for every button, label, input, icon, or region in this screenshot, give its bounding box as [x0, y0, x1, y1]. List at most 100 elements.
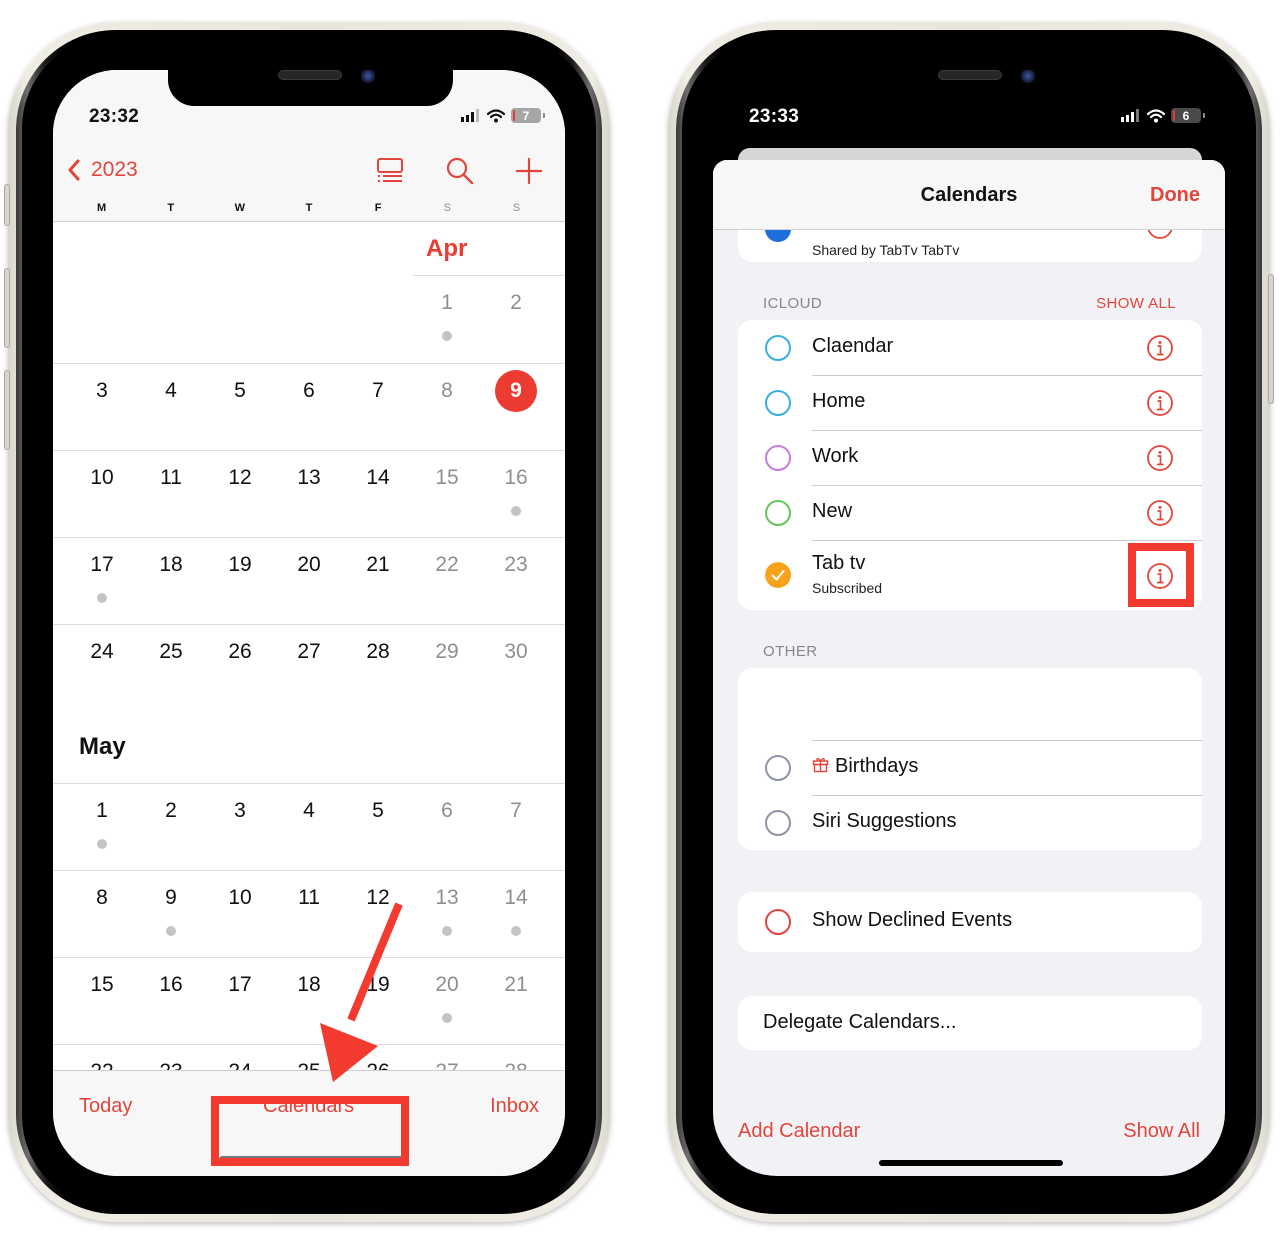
day-cell[interactable]: 16	[482, 465, 550, 525]
battery-icon: 7	[511, 108, 545, 123]
search-icon[interactable]	[445, 156, 475, 186]
day-cell[interactable]: 20	[413, 972, 481, 1032]
day-cell[interactable]: 7	[344, 378, 412, 438]
day-cell[interactable]: 12	[344, 885, 412, 945]
earpiece-speaker	[938, 70, 1002, 80]
today-button[interactable]: Today	[79, 1095, 132, 1118]
day-cell[interactable]: 11	[137, 465, 205, 525]
show-declined-events-label: Show Declined Events	[812, 909, 1013, 931]
day-cell[interactable]: 10	[206, 885, 274, 945]
home-indicator	[879, 1160, 1063, 1166]
info-icon[interactable]	[1146, 499, 1174, 527]
info-highlight-box	[1128, 543, 1194, 607]
day-cell[interactable]: 6	[275, 378, 343, 438]
day-cell[interactable]: 28	[344, 639, 412, 699]
day-cell[interactable]: 2	[482, 290, 550, 350]
day-cell[interactable]: 21	[482, 972, 550, 1032]
wifi-icon	[487, 108, 505, 122]
day-cell[interactable]: 8	[413, 378, 481, 438]
day-cell[interactable]: 25	[137, 639, 205, 699]
day-cell[interactable]: 19	[344, 972, 412, 1032]
day-cell[interactable]: 23	[482, 552, 550, 612]
day-cell[interactable]: 18	[275, 972, 343, 1032]
day-cell[interactable]: 14	[344, 465, 412, 525]
event-dot	[511, 506, 521, 516]
day-number: 10	[228, 886, 252, 909]
day-cell[interactable]: 7	[482, 798, 550, 858]
day-cell[interactable]: 21	[344, 552, 412, 612]
day-cell[interactable]: 27	[275, 639, 343, 699]
event-dot	[166, 926, 176, 936]
day-cell[interactable]: 18	[137, 552, 205, 612]
show-declined-events-row[interactable]: Show Declined Events	[738, 894, 1202, 949]
icloud-show-all-button[interactable]: SHOW ALL	[1096, 295, 1176, 312]
day-cell[interactable]: 5	[344, 798, 412, 858]
day-cell[interactable]: 8	[68, 885, 136, 945]
calendar-row[interactable]: Home	[738, 375, 1202, 430]
day-number: 12	[228, 466, 252, 489]
day-cell[interactable]: 14	[482, 885, 550, 945]
phone-right: 23:33 6 Calendars Done Shared by TabTv T…	[668, 22, 1274, 1222]
day-cell[interactable]: 19	[206, 552, 274, 612]
day-number: 14	[504, 886, 528, 909]
day-cell[interactable]: 16	[137, 972, 205, 1032]
day-cell-today[interactable]: 9	[482, 370, 550, 438]
add-icon[interactable]	[514, 156, 544, 186]
day-cell[interactable]: 17	[206, 972, 274, 1032]
day-number: 5	[372, 799, 384, 822]
day-cell[interactable]: 3	[68, 378, 136, 438]
status-time: 23:32	[89, 106, 140, 127]
info-icon[interactable]	[1146, 389, 1174, 417]
row-separator	[812, 485, 1202, 486]
day-cell[interactable]: 15	[413, 465, 481, 525]
week-row: 24 25 26 27 28 29 30	[53, 624, 565, 711]
add-calendar-button[interactable]: Add Calendar	[738, 1120, 860, 1143]
day-cell[interactable]: 30	[482, 639, 550, 699]
day-number: 21	[366, 553, 390, 576]
calendar-row[interactable]: Claendar	[738, 320, 1202, 375]
day-cell[interactable]: 24	[68, 639, 136, 699]
day-cell[interactable]: 10	[68, 465, 136, 525]
day-cell[interactable]: 6	[413, 798, 481, 858]
row-separator	[812, 430, 1202, 431]
delegate-calendars-row[interactable]: Delegate Calendars...	[738, 996, 1202, 1050]
day-cell[interactable]: 17	[68, 552, 136, 612]
delegate-calendars-label: Delegate Calendars...	[763, 1011, 957, 1033]
day-cell[interactable]: 13	[275, 465, 343, 525]
status-icons: 6	[1121, 108, 1205, 123]
back-to-year-button[interactable]: 2023	[67, 158, 138, 182]
week-row: 10 11 12 13 14 15 16	[53, 450, 565, 537]
day-cell[interactable]: 9	[137, 885, 205, 945]
event-dot	[511, 926, 521, 936]
info-icon[interactable]	[1146, 444, 1174, 472]
inbox-button[interactable]: Inbox	[490, 1095, 539, 1118]
day-cell[interactable]: 2	[137, 798, 205, 858]
day-cell[interactable]: 20	[275, 552, 343, 612]
calendar-row[interactable]: Birthdays	[738, 740, 1202, 795]
day-cell[interactable]: 15	[68, 972, 136, 1032]
info-icon[interactable]	[1146, 334, 1174, 362]
calendar-row[interactable]: Siri Suggestions	[738, 795, 1202, 850]
calendar-row[interactable]: New	[738, 485, 1202, 540]
list-view-icon[interactable]	[375, 156, 405, 186]
day-cell[interactable]: 1	[68, 798, 136, 858]
day-number: 27	[297, 640, 321, 663]
day-cell[interactable]: 1	[413, 290, 481, 350]
calendar-name: Work	[812, 445, 859, 467]
day-cell[interactable]: 29	[413, 639, 481, 699]
day-number: 2	[510, 291, 522, 314]
day-cell[interactable]: 22	[413, 552, 481, 612]
day-cell[interactable]: 4	[137, 378, 205, 438]
day-number: 8	[96, 886, 108, 909]
calendar-name: Siri Suggestions	[812, 810, 957, 832]
day-cell[interactable]: 13	[413, 885, 481, 945]
day-cell[interactable]: 4	[275, 798, 343, 858]
calendar-row[interactable]: Work	[738, 430, 1202, 485]
day-cell[interactable]: 11	[275, 885, 343, 945]
day-cell[interactable]: 5	[206, 378, 274, 438]
day-cell[interactable]: 26	[206, 639, 274, 699]
show-all-button[interactable]: Show All	[1123, 1120, 1200, 1143]
day-cell[interactable]: 12	[206, 465, 274, 525]
day-cell[interactable]: 3	[206, 798, 274, 858]
done-button[interactable]: Done	[1150, 184, 1200, 207]
